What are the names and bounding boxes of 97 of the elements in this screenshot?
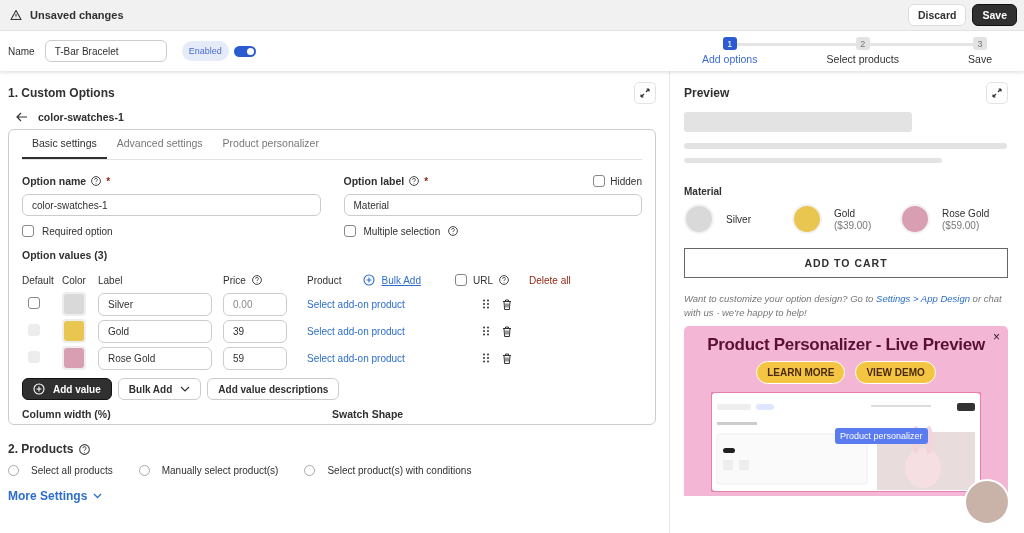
option-name-field[interactable]: color-swatches-1 [22,194,321,216]
help-icon[interactable] [79,443,91,455]
delete-all-link[interactable]: Delete all [528,274,571,286]
app-design-link[interactable]: Settings > App Design [876,293,970,304]
radio-label: Manually select product(s) [161,465,279,476]
settings-tab[interactable]: Product personalizer [212,137,329,159]
expand-icon [639,87,651,99]
color-swatch[interactable] [62,319,86,343]
color-swatch[interactable] [62,292,86,316]
field-label: Option name [22,175,87,187]
drag-handle-icon[interactable] [482,326,490,336]
option-label-field[interactable]: Material [343,194,642,216]
checkbox-label: URL [472,274,493,286]
swatch-price: ($59.00) [942,219,981,231]
warning-icon [10,9,22,21]
color-swatch[interactable] [62,346,86,370]
name-field[interactable]: T-Bar Bracelet [44,40,167,62]
field-label: Column width (%) [22,408,112,420]
name-label: Name [8,45,35,57]
delete-icon[interactable] [502,298,512,310]
step-number: 3 [973,37,988,50]
field-label: Swatch Shape [332,408,405,420]
checkbox[interactable] [454,274,467,286]
preview-title: Preview [684,86,730,100]
swatch-name: Gold [834,207,857,219]
back-arrow-icon[interactable] [16,112,28,122]
bulk-add-button[interactable]: Bulk Add [117,378,202,400]
field-label: Option label [343,175,405,187]
add-to-cart-button[interactable]: ADD TO CART [684,248,1008,278]
checkbox-label: Multiple selection [363,225,441,237]
label-field[interactable]: Silver [98,292,212,316]
add-circle-icon[interactable] [363,274,376,286]
settings-tab[interactable]: Basic settings [22,137,107,159]
save-button[interactable]: Save [972,4,1017,26]
step-label[interactable]: Select products [826,53,899,65]
swatch-name: Silver [726,213,751,225]
option-title: Material [684,186,723,197]
help-icon[interactable] [91,176,102,186]
bulk-add-link[interactable]: Bulk Add [381,274,421,286]
swatch-price: ($39.00) [834,219,872,231]
step-number: 2 [855,37,870,50]
help-text: Want to customize your option design? Go to Settings > App Design or chat with us - we're happy to help! [684,292,1003,320]
feature-tag: Product personalizer [835,428,928,444]
swatch-circle[interactable] [684,204,714,234]
checkbox-label: Required option [42,225,113,237]
section-title: 2. Products [8,442,74,456]
column-header: Price [223,274,246,286]
unsaved-changes-title: Unsaved changes [30,9,124,21]
radio-label: Select all products [31,465,113,476]
drag-handle-icon[interactable] [482,353,490,363]
chevron-down-icon [180,386,191,392]
add-circle-icon [33,383,45,395]
column-header: Default [22,274,55,286]
expand-button[interactable] [986,82,1008,104]
column-header: Label [98,274,124,286]
checkbox[interactable] [593,175,606,187]
add-descriptions-button[interactable]: Add value descriptions [207,378,340,400]
expand-button[interactable] [634,82,656,104]
step-label[interactable]: Add options [702,53,758,65]
swatch-circle[interactable] [792,204,822,234]
step-label[interactable]: Save [968,53,992,65]
settings-tab[interactable]: Advanced settings [106,137,213,159]
swatch-name: Rose Gold [942,207,990,219]
required-mark: * [424,175,429,187]
section-title: 1. Custom Options [8,86,115,100]
status-badge: Enabled [181,41,229,61]
add-value-button[interactable]: Add value [22,378,112,400]
checkbox[interactable] [22,225,34,237]
default-checkbox[interactable] [28,297,40,309]
help-icon[interactable] [251,275,262,285]
swatch-circle[interactable] [900,204,930,234]
required-mark: * [106,175,111,187]
radio-label: Select product(s) with conditions [327,465,472,476]
banner-title: Product Personalizer - Live Preview [707,335,985,354]
help-icon[interactable] [409,176,420,186]
option-values-title: Option values (3) [22,249,109,261]
option-title: color-swatches-1 [38,111,124,123]
help-icon[interactable] [498,275,509,285]
column-header: Product [307,274,342,286]
drag-handle-icon[interactable] [482,299,490,309]
discard-button[interactable]: Discard [907,4,967,26]
checkbox-label: Hidden [610,175,642,187]
help-icon[interactable] [448,226,459,236]
delete-icon[interactable] [502,325,512,337]
delete-icon[interactable] [502,352,512,364]
column-header: Color [62,274,87,286]
step-number: 1 [722,37,737,50]
expand-icon [991,87,1003,99]
more-settings-link[interactable]: More Settings [8,489,103,503]
add-on-product-link[interactable]: Select add-on product [307,298,405,310]
enabled-toggle[interactable] [233,45,256,57]
close-button[interactable]: × [993,330,1000,344]
checkbox[interactable] [343,225,356,237]
banner-button[interactable]: VIEW DEMO [855,361,936,384]
banner-button[interactable]: LEARN MORE [756,361,846,384]
chevron-down-icon [93,493,103,499]
price-field[interactable]: 0.00 [223,292,287,316]
